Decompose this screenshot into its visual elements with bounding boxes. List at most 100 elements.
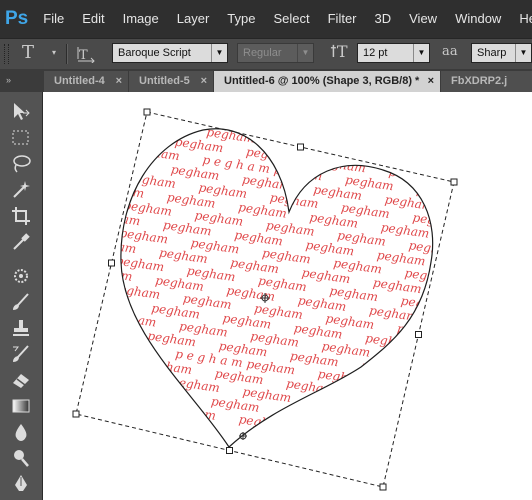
pegham-text: pegham xyxy=(381,432,431,453)
tool-preset-chevron-down-icon[interactable]: ▾ xyxy=(52,48,56,57)
transform-handle-top-left[interactable] xyxy=(143,108,151,116)
quick-selection-tool-icon[interactable] xyxy=(10,179,32,201)
lasso-tool-icon[interactable] xyxy=(10,153,32,175)
chevron-down-icon: ▼ xyxy=(515,44,531,62)
tab-untitled-5[interactable]: Untitled-5 × xyxy=(129,71,213,92)
marquee-tool-icon[interactable] xyxy=(10,127,32,149)
pegham-text: p e g h a m xyxy=(392,137,461,160)
pegham-text: pegham xyxy=(171,374,221,395)
options-grip[interactable] xyxy=(4,44,9,64)
menu-image[interactable]: Image xyxy=(114,0,168,38)
pegham-text: pegham xyxy=(107,309,157,330)
pegham-text: pegham xyxy=(99,364,149,385)
document-canvas[interactable]: pegham p e g h a m pegham pegham p e g h a m… xyxy=(43,92,532,500)
tools-panel: » xyxy=(0,69,43,500)
pegham-text: pegham xyxy=(281,404,331,425)
transform-handle-left[interactable] xyxy=(108,259,115,267)
pegham-text: pegham xyxy=(357,386,407,407)
font-size-value: 12 pt xyxy=(363,47,388,59)
menu-select[interactable]: Select xyxy=(264,0,318,38)
pegham-text: pegham xyxy=(95,180,145,201)
transform-handle-right[interactable] xyxy=(415,331,422,338)
pegham-text: pegham xyxy=(95,392,145,413)
transform-handle-bottom[interactable] xyxy=(226,447,233,454)
clone-stamp-tool-icon[interactable] xyxy=(10,317,32,339)
chevron-down-icon: ▼ xyxy=(211,44,227,62)
eraser-tool-icon[interactable] xyxy=(10,369,32,391)
transform-handle-bottom-left[interactable] xyxy=(72,410,80,418)
transform-handle-top[interactable] xyxy=(297,143,304,151)
chevron-down-icon: ▼ xyxy=(297,44,313,62)
font-style-value: Regular xyxy=(243,47,282,59)
font-family-select[interactable]: Baroque Script ▼ xyxy=(112,43,228,63)
blur-tool-icon[interactable] xyxy=(10,421,32,443)
font-family-value: Baroque Script xyxy=(118,47,191,59)
pegham-text: pegham xyxy=(238,412,288,433)
font-size-icon: ꝉT xyxy=(330,42,348,61)
tab-fbxdrp2[interactable]: FbXDRP2.j xyxy=(441,71,532,92)
pegham-text: pegham xyxy=(103,337,153,358)
antialias-value: Sharp xyxy=(477,47,507,59)
menu-layer[interactable]: Layer xyxy=(168,0,219,38)
pegham-text: pegham xyxy=(126,170,176,191)
pegham-text: pegham xyxy=(71,346,121,367)
history-brush-tool-icon[interactable] xyxy=(10,343,32,365)
pegham-text: pegham xyxy=(313,394,363,415)
menu-filter[interactable]: Filter xyxy=(319,0,366,38)
menu-window[interactable]: Window xyxy=(446,0,510,38)
spot-healing-tool-icon[interactable] xyxy=(10,265,32,287)
pegham-text: pegham xyxy=(111,281,161,302)
menu-bar: Ps File Edit Image Layer Type Select Fil… xyxy=(0,0,532,38)
crop-tool-icon[interactable] xyxy=(10,205,32,227)
pegham-text: pegham xyxy=(68,374,118,395)
pegham-text: pegham xyxy=(353,414,403,435)
pen-tool-icon[interactable] xyxy=(10,473,32,495)
menu-help[interactable]: Help xyxy=(510,0,532,38)
tools-panel-grip[interactable]: » xyxy=(0,69,42,92)
pegham-text: pegham xyxy=(384,404,434,425)
pegham-text: pegham xyxy=(99,152,149,173)
tab-label: Untitled-5 xyxy=(139,75,190,87)
pegham-text: pegham xyxy=(309,422,359,443)
tab-untitled-4[interactable]: Untitled-4 × xyxy=(44,71,128,92)
pegham-text: pegham xyxy=(103,125,153,146)
pegham-text: pegham xyxy=(348,145,398,166)
eyedropper-tool-icon[interactable] xyxy=(10,231,32,253)
brush-tool-icon[interactable] xyxy=(10,291,32,313)
tab-untitled-6[interactable]: Untitled-6 @ 100% (Shape 3, RGB/8) * × xyxy=(214,71,440,92)
tab-label: Untitled-4 xyxy=(54,75,105,87)
pegham-text: pegham xyxy=(419,155,469,176)
font-size-select[interactable]: 12 pt ▼ xyxy=(357,43,430,63)
document-tabs: Untitled-4 × Untitled-5 × Untitled-6 @ 1… xyxy=(42,69,532,92)
pegham-text: pegham xyxy=(364,331,414,352)
type-tool-icon[interactable]: T xyxy=(22,42,34,63)
font-style-select[interactable]: Regular ▼ xyxy=(237,43,314,63)
tab-label: FbXDRP2.j xyxy=(451,75,508,87)
pegham-text: p e g h a m xyxy=(416,183,485,206)
menu-file[interactable]: File xyxy=(34,0,73,38)
menu-edit[interactable]: Edit xyxy=(73,0,113,38)
move-tool-icon[interactable] xyxy=(10,101,32,123)
photoshop-logo[interactable]: Ps xyxy=(5,4,28,34)
antialias-select[interactable]: Sharp ▼ xyxy=(471,43,532,63)
menu-3d[interactable]: 3D xyxy=(366,0,401,38)
transform-handle-top-right[interactable] xyxy=(450,178,458,186)
chevron-down-icon: ▼ xyxy=(413,44,429,62)
tab-label: Untitled-6 @ 100% (Shape 3, RGB/8) * xyxy=(224,75,420,87)
menu-type[interactable]: Type xyxy=(218,0,264,38)
pegham-text: pegham xyxy=(139,384,189,405)
transform-handle-bottom-right[interactable] xyxy=(379,483,387,491)
canvas-artwork[interactable]: pegham p e g h a m pegham pegham p e g h a m… xyxy=(43,92,532,500)
gradient-tool-icon[interactable] xyxy=(10,395,32,417)
close-icon[interactable]: × xyxy=(428,71,434,92)
heart-text-fill: pegham p e g h a m pegham pegham p e g h a m… xyxy=(68,117,485,453)
text-orientation-icon[interactable]: T xyxy=(76,45,96,63)
menu-view[interactable]: View xyxy=(400,0,446,38)
close-icon[interactable]: × xyxy=(201,71,207,92)
pegham-text: pegham xyxy=(130,143,180,164)
dodge-tool-icon[interactable] xyxy=(10,447,32,469)
separator xyxy=(66,44,68,64)
pegham-text: pegham xyxy=(249,117,299,138)
close-icon[interactable]: × xyxy=(116,71,122,92)
pegham-text: pegham xyxy=(320,127,370,148)
